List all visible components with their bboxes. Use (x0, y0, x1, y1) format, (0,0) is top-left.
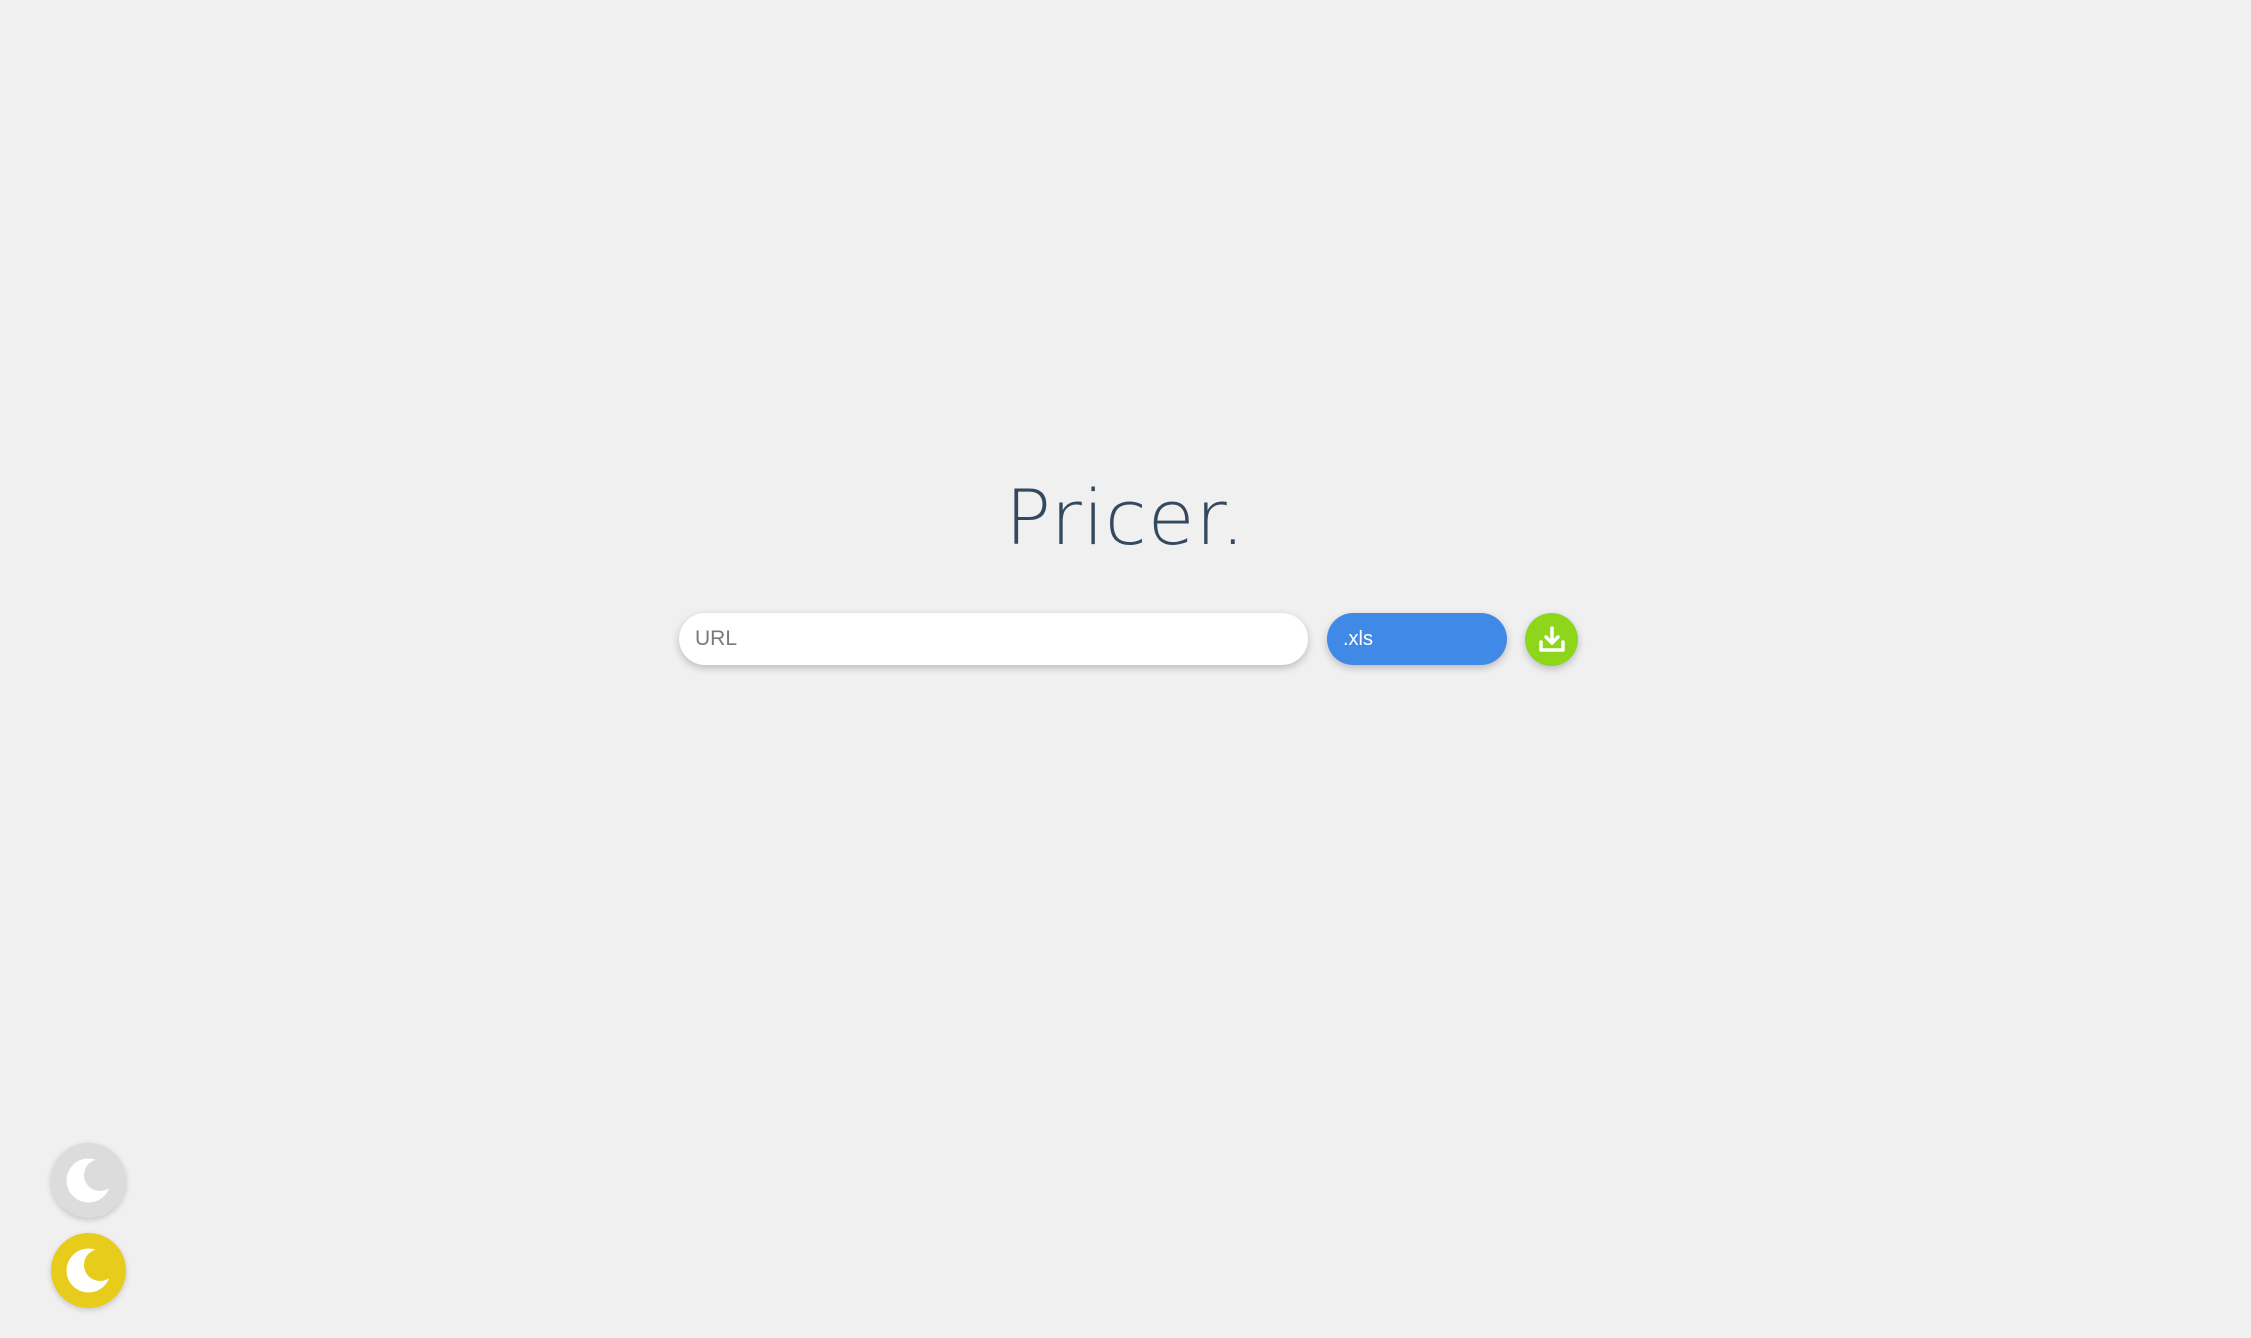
download-button[interactable] (1525, 613, 1578, 666)
format-select[interactable]: .xls (1327, 613, 1507, 665)
format-select-value: .xls (1343, 628, 1373, 650)
light-theme-toggle[interactable] (51, 1143, 126, 1218)
moon-icon (66, 1158, 111, 1203)
download-icon (1538, 625, 1565, 652)
page: Pricer. .xls (0, 0, 2251, 1338)
moon-icon (66, 1248, 111, 1293)
url-input[interactable] (679, 613, 1308, 665)
dark-theme-toggle[interactable] (51, 1233, 126, 1308)
page-title: Pricer. (1005, 473, 1246, 562)
